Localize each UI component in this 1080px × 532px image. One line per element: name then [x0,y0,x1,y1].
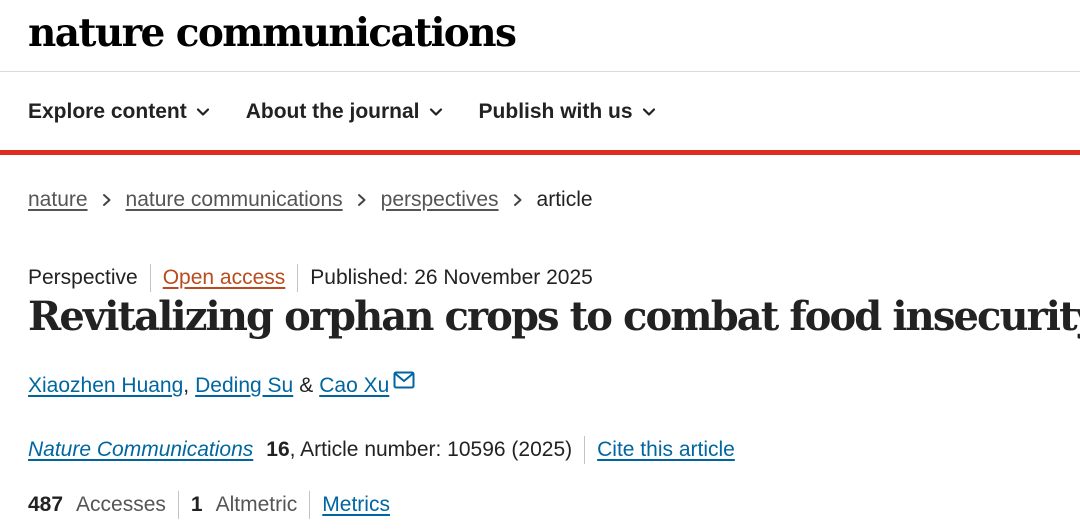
article-number: , Article number: 10596 (2025) [289,438,573,461]
published-date: Published: 26 November 2025 [310,266,593,289]
breadcrumb-current: article [536,188,593,211]
main-nav: Explore content About the journal Publis… [28,96,692,128]
article-meta: Perspective Open access Published: 26 No… [28,264,593,292]
author-link[interactable]: Deding Su [195,372,293,400]
mail-icon[interactable] [393,371,415,389]
metrics-bar: 487 Accesses 1 Altmetric Metrics [28,491,390,519]
cite-this-article-link[interactable]: Cite this article [597,436,735,464]
breadcrumb-link-perspectives[interactable]: perspectives [381,186,499,214]
meta-divider [149,264,151,292]
header-divider [0,71,1080,72]
citation-divider [584,436,586,464]
header-accent-bar [0,150,1080,155]
chevron-down-icon [642,108,655,116]
nav-publish-with-us[interactable]: Publish with us [479,100,656,124]
breadcrumb-link-nature-communications[interactable]: nature communications [126,186,343,214]
nav-about-journal[interactable]: About the journal [246,100,443,124]
chevron-down-icon [429,108,442,116]
accesses-count: 487 [28,493,64,516]
chevron-right-icon [357,194,366,206]
metrics-link[interactable]: Metrics [322,491,390,519]
chevron-right-icon [513,194,522,206]
breadcrumb-link-nature[interactable]: nature [28,186,88,214]
author-link[interactable]: Cao Xu [319,372,389,400]
article-title: Revitalizing orphan crops to combat food… [28,293,1080,340]
chevron-right-icon [102,194,111,206]
volume-number: 16 [266,438,290,461]
author-link[interactable]: Xiaozhen Huang [28,372,183,400]
article-type: Perspective [28,266,138,289]
metrics-divider [177,491,179,519]
altmetric-label: Altmetric [215,493,298,516]
author-list: Xiaozhen Huang , Deding Su & Cao Xu [28,371,415,400]
meta-divider [297,264,299,292]
accesses-label: Accesses [76,493,166,516]
nav-item-label: Publish with us [478,100,633,123]
metrics-divider [309,491,311,519]
author-conjunction: & [299,374,314,397]
nav-explore-content[interactable]: Explore content [28,100,210,124]
nav-item-label: About the journal [245,100,420,123]
citation-line: Nature Communications 16 , Article numbe… [28,436,735,464]
journal-logo[interactable]: nature communications [28,8,517,58]
altmetric-count: 1 [190,493,203,516]
breadcrumb: nature nature communications perspective… [28,186,593,214]
chevron-down-icon [196,108,209,116]
nav-item-label: Explore content [28,100,187,123]
open-access-link[interactable]: Open access [163,265,286,291]
journal-link[interactable]: Nature Communications [28,436,253,464]
author-separator: , [183,374,190,397]
